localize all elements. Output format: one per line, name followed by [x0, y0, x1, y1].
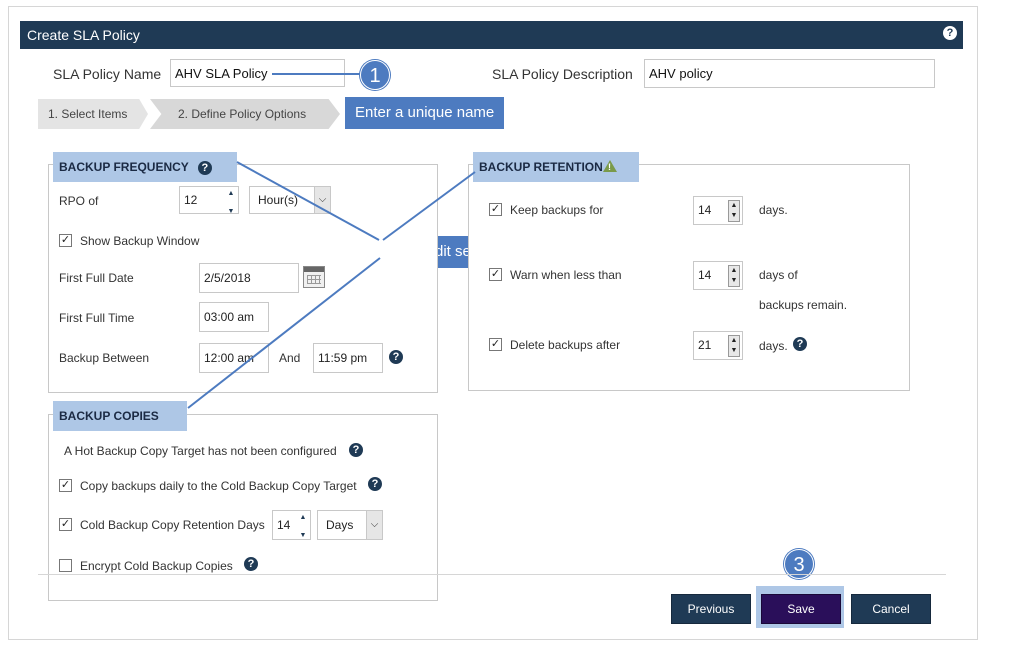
backup-frequency-header: BACKUP FREQUENCY ?	[53, 152, 237, 182]
cold-retention-stepper[interactable]: 14 ▲ ▼	[272, 510, 311, 540]
keep-backups-stepper[interactable]: 14 ▲ ▼	[693, 196, 743, 225]
warn-less-than-stepper[interactable]: 14 ▲ ▼	[693, 261, 743, 290]
policy-name-input[interactable]	[170, 59, 345, 87]
delete-backups-label: Delete backups after	[510, 338, 621, 352]
dialog-title: Create SLA Policy	[27, 27, 140, 43]
save-button[interactable]: Save	[761, 594, 841, 624]
spin-up-icon[interactable]: ▲	[731, 202, 738, 209]
policy-name-label: SLA Policy Name	[53, 66, 162, 82]
hot-copy-message: A Hot Backup Copy Target has not been co…	[64, 444, 337, 458]
help-icon[interactable]: ?	[244, 557, 258, 571]
cold-retention-value: 14	[277, 518, 291, 532]
spin-down-icon[interactable]: ▼	[731, 347, 738, 354]
keep-backups-unit: days.	[759, 203, 788, 217]
backup-copies-title: BACKUP COPIES	[59, 409, 159, 423]
spin-down-icon[interactable]: ▼	[731, 212, 738, 219]
show-backup-window-checkbox[interactable]: ✓	[59, 234, 72, 247]
first-full-date-input[interactable]: 2/5/2018	[199, 263, 299, 293]
help-icon[interactable]: ?	[943, 26, 957, 40]
chevron-down-icon[interactable]: ⌵	[314, 187, 330, 213]
policy-description-label: SLA Policy Description	[492, 66, 633, 82]
policy-description-input[interactable]	[644, 59, 935, 88]
keep-backups-value: 14	[698, 203, 712, 217]
spin-up-icon[interactable]: ▲	[731, 337, 738, 344]
delete-spin[interactable]: ▲ ▼	[728, 335, 740, 357]
rpo-unit-value: Hour(s)	[258, 193, 299, 207]
help-icon[interactable]: ?	[389, 350, 403, 364]
step-badge-1: 1	[360, 60, 390, 90]
warning-mark: !	[608, 162, 611, 172]
cold-retention-spin[interactable]: ▲ ▼	[298, 513, 308, 540]
cold-retention-unit-value: Days	[326, 518, 354, 532]
footer-divider	[38, 574, 946, 575]
backup-between-end-input[interactable]: 11:59 pm	[313, 343, 383, 373]
spin-down-icon[interactable]: ▼	[300, 532, 307, 539]
spin-down-icon[interactable]: ▼	[228, 208, 235, 215]
warn-unit-remain: backups remain.	[759, 298, 848, 312]
backup-frequency-title: BACKUP FREQUENCY	[59, 160, 189, 174]
backup-retention-title: BACKUP RETENTION	[479, 160, 603, 174]
keep-spin[interactable]: ▲ ▼	[728, 200, 740, 222]
rpo-label: RPO of	[59, 194, 99, 208]
first-full-time-label: First Full Time	[59, 311, 135, 325]
warn-less-than-value: 14	[698, 268, 712, 282]
warn-less-than-checkbox[interactable]: ✓	[489, 268, 502, 281]
spin-up-icon[interactable]: ▲	[300, 514, 307, 521]
backup-copies-header: BACKUP COPIES	[53, 401, 187, 431]
rpo-value: 12	[184, 193, 198, 207]
keep-backups-label: Keep backups for	[510, 203, 604, 217]
warn-unit: days of	[759, 268, 798, 282]
delete-backups-stepper[interactable]: 21 ▲ ▼	[693, 331, 743, 360]
spin-up-icon[interactable]: ▲	[731, 267, 738, 274]
cold-retention-unit-select[interactable]: Days ⌵	[317, 510, 383, 540]
rpo-spin[interactable]: ▲ ▼	[226, 189, 236, 216]
rpo-stepper[interactable]: 12 ▲ ▼	[179, 186, 239, 216]
chevron-down-icon[interactable]: ⌵	[366, 511, 382, 539]
warn-spin[interactable]: ▲ ▼	[728, 265, 740, 287]
help-icon[interactable]: ?	[793, 337, 807, 351]
calendar-icon[interactable]	[303, 266, 325, 288]
encrypt-checkbox[interactable]	[59, 559, 72, 572]
previous-button[interactable]: Previous	[671, 594, 751, 624]
encrypt-label: Encrypt Cold Backup Copies	[80, 559, 233, 573]
delete-backups-unit: days.	[759, 339, 788, 353]
cancel-button[interactable]: Cancel	[851, 594, 931, 624]
show-backup-window-label: Show Backup Window	[80, 234, 200, 248]
delete-backups-value: 21	[698, 338, 712, 352]
warn-less-than-label: Warn when less than	[510, 268, 622, 282]
callout-enter-unique-name: Enter a unique name	[345, 97, 505, 129]
and-label: And	[279, 351, 301, 365]
first-full-time-input[interactable]: 03:00 am	[199, 302, 269, 332]
copy-daily-checkbox[interactable]: ✓	[59, 479, 72, 492]
delete-backups-checkbox[interactable]: ✓	[489, 338, 502, 351]
spin-up-icon[interactable]: ▲	[228, 190, 235, 197]
copy-daily-label: Copy backups daily to the Cold Backup Co…	[80, 479, 357, 493]
cold-retention-checkbox[interactable]: ✓	[59, 518, 72, 531]
backup-between-start-input[interactable]: 12:00 am	[199, 343, 269, 373]
warning-icon: !	[603, 160, 617, 172]
first-full-date-label: First Full Date	[59, 271, 134, 285]
cold-retention-label: Cold Backup Copy Retention Days	[80, 518, 265, 532]
rpo-unit-select[interactable]: Hour(s) ⌵	[249, 186, 331, 214]
help-icon[interactable]: ?	[197, 161, 212, 175]
dialog-titlebar: Create SLA Policy ?	[20, 21, 963, 49]
keep-backups-checkbox[interactable]: ✓	[489, 203, 502, 216]
backup-between-label: Backup Between	[59, 351, 150, 365]
step-select-items[interactable]: 1. Select Items	[38, 99, 148, 129]
spin-down-icon[interactable]: ▼	[731, 277, 738, 284]
help-icon[interactable]: ?	[349, 443, 363, 457]
help-icon[interactable]: ?	[368, 477, 382, 491]
step-define-policy-options[interactable]: 2. Define Policy Options	[150, 99, 340, 129]
